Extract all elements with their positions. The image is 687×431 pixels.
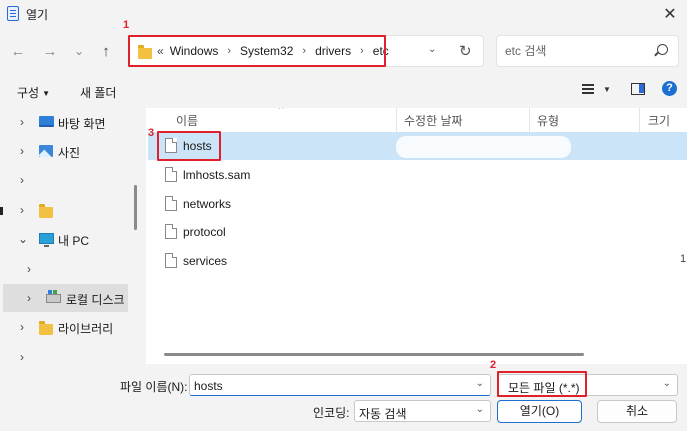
sidebar-scrollbar-thumb[interactable] (134, 185, 137, 230)
filter-highlight-box (497, 371, 587, 397)
column-divider[interactable] (639, 108, 640, 132)
chevron-right-icon[interactable]: › (20, 144, 24, 158)
sidebar-item-label: 내 PC (58, 234, 90, 248)
hosts-highlight-box (157, 131, 221, 161)
sidebar-item-label: 라이브러리 (58, 322, 114, 336)
search-input[interactable] (505, 43, 645, 59)
sidebar-item-label: 로컬 디스크 (66, 293, 125, 307)
chevron-down-icon[interactable]: ⌄ (18, 232, 28, 246)
up-button[interactable]: ↑ (97, 42, 115, 60)
file-row-lmhosts[interactable]: lmhosts.sam (148, 161, 687, 189)
chevron-down-icon[interactable]: ⌄ (476, 378, 484, 389)
chevron-right-icon[interactable]: › (27, 291, 31, 305)
notepad-icon (7, 6, 19, 21)
sidebar-item-label: 바탕 화면 (58, 117, 106, 131)
column-header-name[interactable]: 이름 (176, 108, 198, 132)
folder-icon (39, 204, 53, 218)
library-folder-icon (39, 321, 53, 335)
open-button[interactable]: 열기(O) (497, 400, 582, 423)
new-folder-button[interactable]: 새 폴더 (80, 84, 116, 101)
horizontal-scrollbar-thumb[interactable] (164, 353, 584, 356)
filename-combobox[interactable]: ⌄ (189, 374, 491, 396)
chevron-right-icon[interactable]: › (20, 203, 24, 217)
chevron-down-icon[interactable]: ⌄ (476, 404, 484, 415)
drive-icon (46, 290, 61, 303)
file-row-protocol[interactable]: protocol (148, 218, 687, 246)
file-icon (165, 224, 177, 239)
pictures-icon (39, 145, 53, 157)
file-icon (165, 167, 177, 182)
view-dropdown-icon[interactable]: ▼ (603, 85, 611, 94)
sidebar-item-blank[interactable]: › (0, 166, 132, 194)
sidebar-item-pictures[interactable]: › 사진 (0, 137, 132, 165)
sidebar-item-this-pc[interactable]: ⌄ 내 PC (0, 225, 132, 253)
back-button[interactable]: ← (9, 42, 27, 60)
sidebar-item-label: 사진 (58, 146, 81, 160)
column-divider[interactable] (396, 108, 397, 132)
file-row-hosts[interactable]: hosts (148, 132, 687, 160)
encoding-select[interactable]: 자동 검색 ⌄ (354, 400, 491, 422)
command-bar: 구성 ▼ 새 폴더 ▼ ? (0, 74, 687, 108)
desktop-icon (39, 116, 54, 127)
sidebar-item-local-disk[interactable]: › 로컬 디스크 (3, 284, 128, 312)
step-label-2: 2 (490, 359, 497, 371)
file-row-networks[interactable]: networks (148, 190, 687, 218)
forward-button[interactable]: → (41, 42, 59, 60)
file-icon (165, 196, 177, 211)
window-title: 열기 (26, 8, 49, 22)
size-value-cut: 1 (680, 253, 687, 265)
chevron-right-icon[interactable]: › (20, 320, 24, 334)
file-row-services[interactable]: services (148, 247, 687, 275)
edge-mark (0, 207, 3, 215)
caret-down-icon: ▼ (42, 89, 51, 98)
sidebar-item-blank[interactable]: › (0, 343, 132, 364)
column-header-size[interactable]: 크기 (648, 108, 670, 132)
encoding-value: 자동 검색 (359, 407, 407, 421)
redacted-area (396, 136, 571, 158)
sidebar-item-blank[interactable]: › (0, 255, 132, 283)
address-highlight-box (128, 35, 386, 67)
file-name: protocol (183, 225, 226, 239)
pc-icon (39, 233, 54, 247)
step-label-1: 1 (123, 19, 130, 31)
column-divider[interactable] (529, 108, 530, 132)
column-header-type[interactable]: 유형 (537, 108, 559, 132)
filename-input[interactable] (194, 378, 464, 393)
chevron-right-icon[interactable]: › (27, 262, 31, 276)
close-button[interactable]: ✕ (653, 0, 687, 28)
sidebar-item-libraries[interactable]: › 라이브러리 (0, 313, 132, 341)
file-name: networks (183, 197, 232, 211)
cancel-button[interactable]: 취소 (597, 400, 677, 423)
file-list: 이름 ^ 수정한 날짜 유형 크기 hosts lmhosts.sam netw… (146, 108, 687, 364)
organize-button[interactable]: 구성 ▼ (17, 84, 50, 101)
address-dropdown-icon[interactable]: ⌄ (428, 44, 436, 55)
sort-ascending-icon: ^ (279, 108, 284, 115)
chevron-right-icon[interactable]: › (20, 350, 24, 364)
title-bar: 열기 ✕ (0, 0, 687, 28)
file-name: lmhosts.sam (183, 168, 251, 182)
navigation-pane: › 바탕 화면 › 사진 › › ⌄ 내 PC › › 로컬 디스크 › 라이브… (0, 108, 146, 364)
help-icon[interactable]: ? (662, 81, 677, 96)
chevron-right-icon[interactable]: › (20, 115, 24, 129)
preview-pane-icon[interactable] (631, 83, 645, 95)
step-label-3: 3 (148, 127, 155, 139)
sidebar-item-folder[interactable]: › (0, 196, 132, 224)
organize-label: 구성 (17, 86, 40, 100)
search-box[interactable] (496, 35, 679, 67)
recent-locations-button[interactable]: ⌄ (70, 42, 88, 60)
view-list-icon[interactable] (582, 84, 594, 94)
encoding-label: 인코딩: (313, 406, 350, 420)
refresh-icon[interactable]: ↻ (459, 42, 472, 60)
file-icon (165, 253, 177, 268)
sidebar-item-desktop[interactable]: › 바탕 화면 (0, 108, 132, 136)
column-header-modified[interactable]: 수정한 날짜 (404, 108, 463, 132)
chevron-down-icon[interactable]: ⌄ (663, 378, 671, 389)
file-name: services (183, 254, 228, 268)
filename-label: 파일 이름(N): (120, 380, 188, 394)
search-icon[interactable] (657, 44, 668, 55)
chevron-right-icon[interactable]: › (20, 173, 24, 187)
